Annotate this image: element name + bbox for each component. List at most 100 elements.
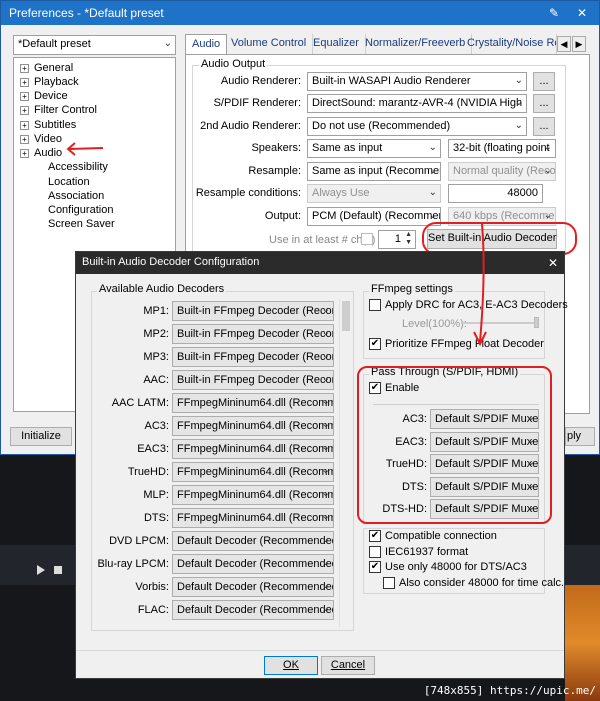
tree-item-audio[interactable]: + Audio: [20, 146, 62, 160]
decoder-scrollbar[interactable]: [339, 299, 351, 627]
select-value: FFmpegMininum64.dll (Recomme: [177, 489, 334, 501]
iec-checkbox-row[interactable]: IEC61937 format: [369, 546, 468, 559]
decoder-select[interactable]: Default Decoder (Recommended) ⌄: [172, 577, 334, 597]
compatible-checkbox-row[interactable]: ✔ Compatible connection: [369, 530, 497, 543]
select-value: Same as input: [312, 142, 383, 154]
decoder-select[interactable]: Built-in FFmpeg Decoder (Recomr ⌄: [172, 301, 334, 321]
spdif-settings-button[interactable]: ...: [533, 94, 555, 113]
decoder-select[interactable]: Default Decoder (Recommended) ⌄: [172, 554, 334, 574]
chevron-down-icon: ⌄: [321, 373, 330, 384]
preferences-titlebar: Preferences - *Default preset ✎ ✕: [1, 1, 599, 25]
decoder-select[interactable]: Default Decoder (Recommended) ⌄: [172, 600, 334, 620]
expand-icon[interactable]: +: [20, 77, 29, 87]
tree-item-configuration[interactable]: Configuration: [48, 203, 113, 217]
expand-icon[interactable]: +: [20, 63, 29, 73]
input-value: 1: [394, 233, 401, 245]
decoder-label: MLP:: [143, 489, 169, 501]
decoder-select[interactable]: Built-in FFmpeg Decoder (Recomr ⌄: [172, 347, 334, 367]
renderer-settings-button[interactable]: ...: [533, 72, 555, 91]
decoder-select[interactable]: Built-in FFmpeg Decoder (Recomr ⌄: [172, 324, 334, 344]
tab-equalizer[interactable]: Equalizer: [307, 34, 366, 54]
select-value: Normal quality (Reco: [453, 165, 556, 177]
decoder-row: TrueHD: FFmpegMininum64.dll (Recomme ⌄: [94, 462, 339, 484]
second-renderer-select[interactable]: Do not use (Recommended) ⌄: [307, 117, 527, 136]
decoder-select[interactable]: FFmpegMininum64.dll (Recomme ⌄: [172, 416, 334, 436]
second-renderer-settings-button[interactable]: ...: [533, 117, 555, 136]
decoder-label: DVD LPCM:: [109, 535, 169, 547]
tab-audio[interactable]: Audio: [185, 34, 228, 54]
decoder-row: AC3: FFmpegMininum64.dll (Recomme ⌄: [94, 416, 339, 438]
select-value: Built-in WASAPI Audio Renderer: [312, 75, 471, 87]
output-select[interactable]: PCM (Default) (Recommenc ⌄: [307, 207, 441, 226]
tab-scroll-left-icon[interactable]: ◀: [557, 36, 571, 52]
expand-icon[interactable]: +: [20, 134, 29, 144]
decoder-select[interactable]: FFmpegMininum64.dll (Recomme ⌄: [172, 462, 334, 482]
resample-quality-select[interactable]: Normal quality (Reco ⌄: [448, 162, 556, 181]
tree-item-filter-control[interactable]: + Filter Control: [20, 103, 97, 117]
decoder-select[interactable]: FFmpegMininum64.dll (Recomme ⌄: [172, 485, 334, 505]
use48-checkbox[interactable]: ✔: [369, 561, 381, 574]
drc-checkbox[interactable]: [369, 299, 381, 312]
select-value: FFmpegMininum64.dll (Recomme: [177, 466, 334, 478]
iec-checkbox[interactable]: [369, 546, 381, 559]
tree-label: Accessibility: [48, 161, 108, 173]
tree-item-general[interactable]: + General: [20, 61, 73, 75]
decoder-select[interactable]: FFmpegMininum64.dll (Recomme ⌄: [172, 393, 334, 413]
channel-spin-input[interactable]: 1 ▲ ▼: [378, 230, 416, 249]
slider-thumb[interactable]: [534, 317, 539, 328]
decoder-select[interactable]: Default Decoder (Recommended) ⌄: [172, 531, 334, 551]
dialog-close-icon[interactable]: ✕: [542, 254, 564, 272]
preset-select[interactable]: *Default preset ⌄: [13, 35, 176, 55]
expand-icon[interactable]: +: [20, 91, 29, 101]
sample-rate-input[interactable]: 48000: [448, 184, 543, 203]
resample-select[interactable]: Same as input (Recommenc ⌄: [307, 162, 441, 181]
expand-icon[interactable]: +: [20, 120, 29, 130]
tree-item-subtitles[interactable]: + Subtitles: [20, 118, 76, 132]
speakers-select[interactable]: Same as input ⌄: [307, 139, 441, 158]
also48-checkbox-row[interactable]: Also consider 48000 for time calc.: [383, 577, 564, 590]
spin-arrows-icon[interactable]: ▲ ▼: [405, 231, 412, 247]
play-icon[interactable]: [36, 565, 46, 578]
expand-icon[interactable]: +: [20, 148, 29, 158]
ffmpeg-settings-title: FFmpeg settings: [369, 283, 455, 295]
pin-icon[interactable]: ✎: [543, 4, 565, 22]
use-atleast-checkbox[interactable]: [361, 233, 373, 245]
tree-item-accessibility[interactable]: Accessibility: [48, 160, 108, 174]
audio-renderer-select[interactable]: Built-in WASAPI Audio Renderer ⌄: [307, 72, 527, 91]
scrollbar-thumb[interactable]: [342, 301, 350, 331]
tree-item-video[interactable]: + Video: [20, 132, 62, 146]
tree-label: Screen Saver: [48, 218, 115, 230]
decoder-row: AAC LATM: FFmpegMininum64.dll (Recomme ⌄: [94, 393, 339, 415]
select-value: Built-in FFmpeg Decoder (Recomr: [177, 328, 334, 340]
select-value: Default Decoder (Recommended): [177, 604, 334, 616]
cancel-button[interactable]: Cancel: [321, 656, 375, 675]
tree-item-association[interactable]: Association: [48, 189, 104, 203]
tree-item-device[interactable]: + Device: [20, 89, 68, 103]
tab-normalizer[interactable]: Normalizer/Freeverb: [359, 34, 473, 54]
close-icon[interactable]: ✕: [571, 4, 593, 22]
tab-crystality[interactable]: Crystality/Noise Redu: [461, 34, 557, 54]
also48-checkbox[interactable]: [383, 577, 395, 590]
tree-label: Filter Control: [34, 104, 97, 116]
initialize-button[interactable]: Initialize: [10, 427, 72, 446]
decoder-select[interactable]: FFmpegMininum64.dll (Recomme ⌄: [172, 439, 334, 459]
apply-button[interactable]: ply: [565, 427, 595, 446]
tree-item-location[interactable]: Location: [48, 175, 90, 189]
use48-checkbox-row[interactable]: ✔ Use only 48000 for DTS/AC3: [369, 561, 527, 574]
expand-icon[interactable]: +: [20, 105, 29, 115]
prioritize-checkbox[interactable]: ✔: [369, 338, 381, 351]
tree-item-screen-saver[interactable]: Screen Saver: [48, 217, 115, 231]
bit-depth-select[interactable]: 32-bit (floating point ⌄: [448, 139, 556, 158]
stop-icon[interactable]: [54, 566, 62, 574]
tree-item-playback[interactable]: + Playback: [20, 75, 79, 89]
decoder-select[interactable]: FFmpegMininum64.dll (Recomme ⌄: [172, 508, 334, 528]
ok-button[interactable]: OK: [264, 656, 318, 675]
tab-scroll-right-icon[interactable]: ▶: [572, 36, 586, 52]
resample-conditions-select[interactable]: Always Use ⌄: [307, 184, 441, 203]
tab-volume-control[interactable]: Volume Control: [225, 34, 314, 54]
spdif-renderer-select[interactable]: DirectSound: marantz-AVR-4 (NVIDIA High …: [307, 94, 527, 113]
input-value: 48000: [507, 187, 538, 199]
compatible-checkbox[interactable]: ✔: [369, 530, 381, 543]
decoder-select[interactable]: Built-in FFmpeg Decoder (Recomr ⌄: [172, 370, 334, 390]
chevron-down-icon: ⌄: [543, 165, 552, 176]
